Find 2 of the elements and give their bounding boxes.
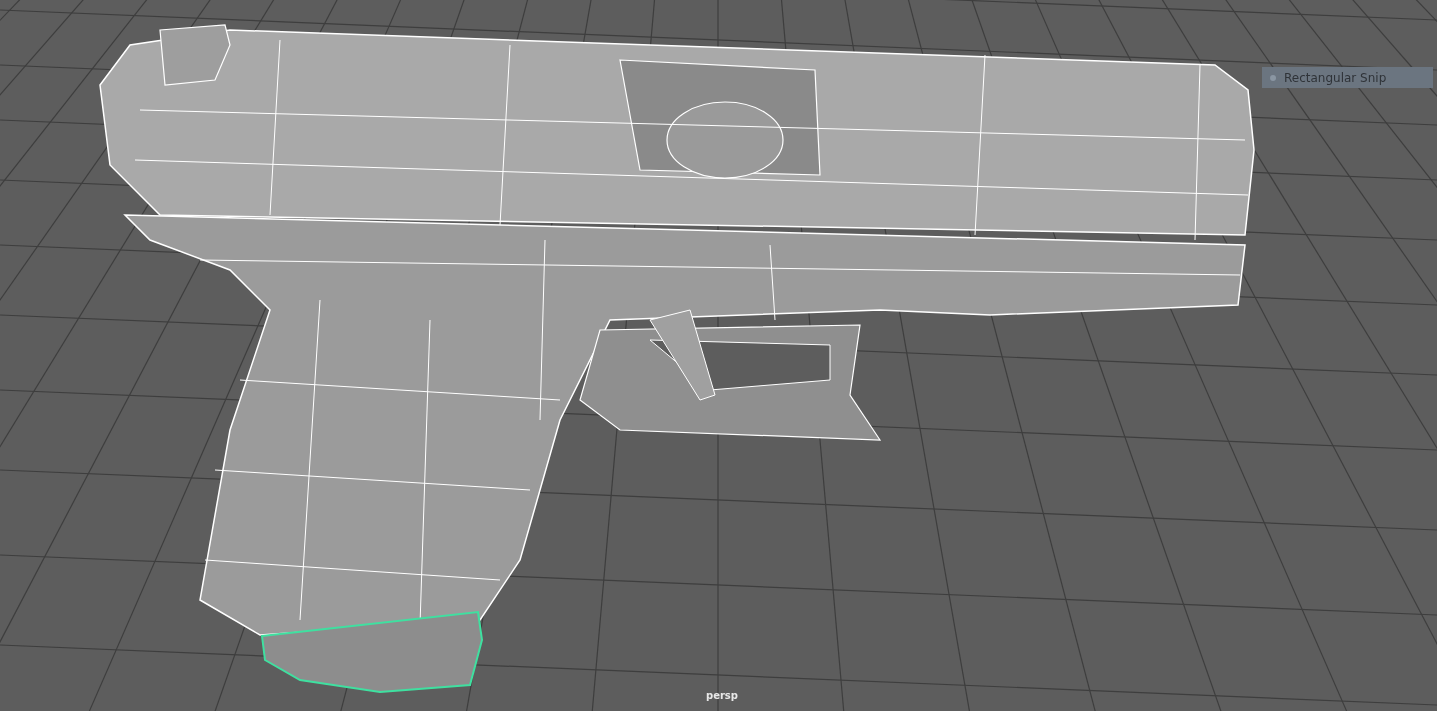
- camera-label: persp: [706, 689, 738, 703]
- snip-label: Rectangular Snip: [1284, 69, 1387, 87]
